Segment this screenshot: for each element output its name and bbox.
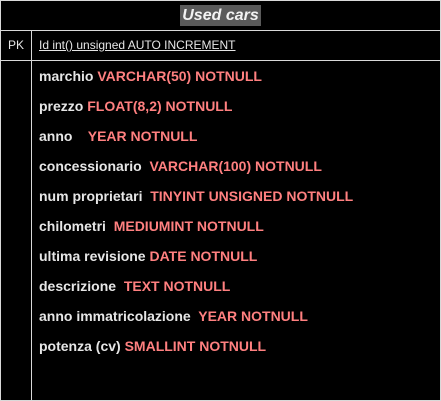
attribute-type: DATE NOTNULL xyxy=(149,248,258,264)
attribute-name: anno immatricolazione xyxy=(39,308,199,324)
attribute-type: SMALLINT NOTNULL xyxy=(124,338,267,354)
attribute-name: prezzo xyxy=(39,98,88,114)
attribute-type: YEAR NOTNULL xyxy=(87,128,198,144)
attribute-name: ultima revisione xyxy=(39,248,150,264)
attribute-name: potenza (cv) xyxy=(39,338,125,354)
attribute-row[interactable]: concessionario VARCHAR(100) NOTNULL xyxy=(39,151,434,181)
attribute-name: marchio xyxy=(39,68,98,84)
attribute-row[interactable]: prezzo FLOAT(8,2) NOTNULL xyxy=(39,91,434,121)
attribute-type: YEAR NOTNULL xyxy=(198,308,308,324)
entity-used-cars[interactable]: Used cars PK Id int() unsigned AUTO INCR… xyxy=(0,0,441,401)
primary-key-row: PK Id int() unsigned AUTO INCREMENT xyxy=(1,31,440,61)
attribute-row[interactable]: chilometri MEDIUMINT NOTNULL xyxy=(39,211,434,241)
attribute-name: anno xyxy=(39,128,88,144)
attribute-list: marchio VARCHAR(50) NOTNULL prezzo FLOAT… xyxy=(39,61,434,361)
attribute-row[interactable]: potenza (cv) SMALLINT NOTNULL xyxy=(39,331,434,361)
entity-title[interactable]: Used cars xyxy=(180,5,261,26)
attribute-row[interactable]: ultima revisione DATE NOTNULL xyxy=(39,241,434,271)
attribute-row[interactable]: num proprietari TINYINT UNSIGNED NOTNULL xyxy=(39,181,434,211)
attribute-type: VARCHAR(100) NOTNULL xyxy=(149,158,322,174)
attribute-type: FLOAT(8,2) NOTNULL xyxy=(87,98,233,114)
attribute-row[interactable]: anno YEAR NOTNULL xyxy=(39,121,434,151)
attribute-name: num proprietari xyxy=(39,188,151,204)
attribute-type: TEXT NOTNULL xyxy=(123,278,231,294)
pk-label: PK xyxy=(7,38,24,52)
column-divider xyxy=(31,31,32,400)
attribute-row[interactable]: descrizione TEXT NOTNULL xyxy=(39,271,434,301)
attribute-name: chilometri xyxy=(39,218,114,234)
attribute-type: TINYINT UNSIGNED NOTNULL xyxy=(150,188,354,204)
attribute-type: MEDIUMINT NOTNULL xyxy=(113,218,264,234)
attribute-name: concessionario xyxy=(39,158,150,174)
attribute-name: descrizione xyxy=(39,278,124,294)
attribute-type: VARCHAR(50) NOTNULL xyxy=(97,68,262,84)
attribute-row[interactable]: marchio VARCHAR(50) NOTNULL xyxy=(39,61,434,91)
attribute-row[interactable]: anno immatricolazione YEAR NOTNULL xyxy=(39,301,434,331)
entity-header: Used cars xyxy=(1,1,440,31)
pk-field[interactable]: Id int() unsigned AUTO INCREMENT xyxy=(39,31,236,60)
